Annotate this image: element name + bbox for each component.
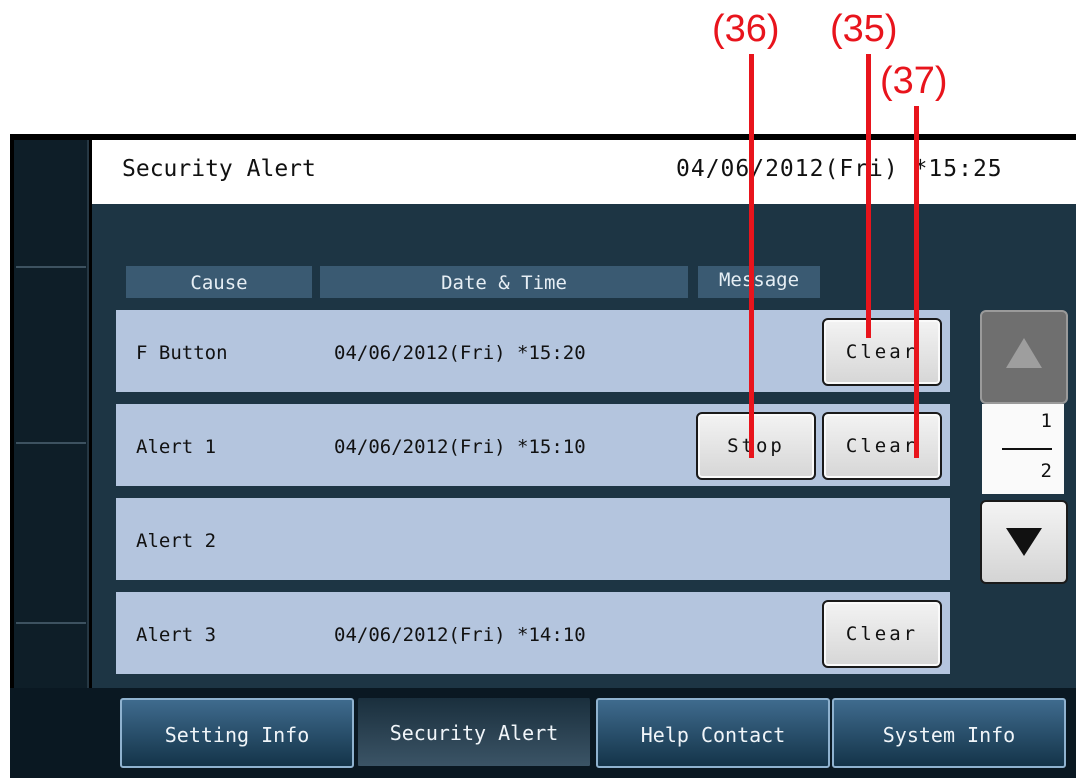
clear-button[interactable]: Clear bbox=[822, 412, 942, 480]
table-row: F Button 04/06/2012(Fri) *15:20 Clear bbox=[116, 310, 950, 392]
row-cause: Alert 3 bbox=[136, 624, 217, 646]
triangle-up-icon bbox=[1006, 338, 1042, 368]
tab-help-contact[interactable]: Help Contact bbox=[596, 698, 830, 768]
divider bbox=[16, 622, 86, 624]
column-header-cause: Cause bbox=[126, 266, 312, 298]
column-header-message: Message bbox=[698, 266, 820, 298]
row-cause: Alert 2 bbox=[136, 530, 217, 552]
clear-button[interactable]: Clear bbox=[822, 600, 942, 668]
annotation-label-36: (36) bbox=[712, 8, 780, 50]
divider bbox=[16, 266, 86, 268]
row-datetime: 04/06/2012(Fri) *14:10 bbox=[334, 624, 586, 646]
annotation-line-36 bbox=[749, 54, 754, 458]
annotation-label-37: (37) bbox=[880, 60, 948, 102]
clear-button[interactable]: Clear bbox=[822, 318, 942, 386]
table-row: Alert 2 bbox=[116, 498, 950, 580]
annotation-label-35: (35) bbox=[830, 8, 898, 50]
triangle-down-icon bbox=[1006, 528, 1042, 556]
column-header-datetime: Date & Time bbox=[320, 266, 688, 298]
scroll-down-button[interactable] bbox=[980, 500, 1068, 584]
table-row: Alert 1 04/06/2012(Fri) *15:10 Stop Clea… bbox=[116, 404, 950, 486]
tab-setting-info[interactable]: Setting Info bbox=[120, 698, 354, 768]
table-row: Alert 3 04/06/2012(Fri) *14:10 Clear bbox=[116, 592, 950, 674]
total-pages: 2 bbox=[1040, 460, 1052, 482]
current-page: 1 bbox=[1040, 410, 1052, 432]
tab-security-alert[interactable]: Security Alert bbox=[356, 698, 592, 768]
row-datetime: 04/06/2012(Fri) *15:20 bbox=[334, 342, 586, 364]
row-cause: Alert 1 bbox=[136, 436, 217, 458]
scroll-up-button[interactable] bbox=[980, 310, 1068, 404]
page-indicator: 1 2 bbox=[982, 404, 1064, 494]
tab-system-info[interactable]: System Info bbox=[832, 698, 1066, 768]
page-title: Security Alert bbox=[122, 156, 316, 182]
page-divider bbox=[1002, 448, 1052, 450]
current-datetime: 04/06/2012(Fri) *15:25 bbox=[676, 156, 1003, 182]
annotation-line-37 bbox=[914, 106, 919, 458]
row-cause: F Button bbox=[136, 342, 228, 364]
stop-button[interactable]: Stop bbox=[696, 412, 816, 480]
annotation-line-35 bbox=[866, 54, 871, 338]
row-datetime: 04/06/2012(Fri) *15:10 bbox=[334, 436, 586, 458]
side-panel bbox=[14, 140, 89, 688]
divider bbox=[16, 442, 86, 444]
